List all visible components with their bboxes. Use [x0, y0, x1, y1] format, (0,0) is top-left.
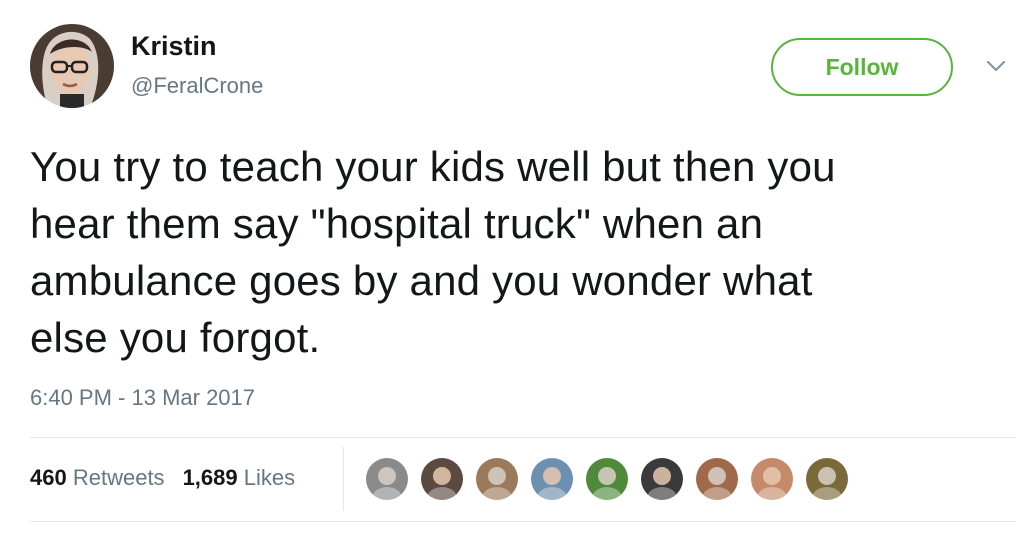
retweets-count: 460 [30, 465, 67, 490]
liker-avatar-5[interactable] [584, 456, 630, 502]
author-avatar[interactable] [30, 24, 114, 108]
avatar-icon [586, 458, 628, 500]
author-display-name[interactable]: Kristin [131, 30, 217, 62]
profile-photo-icon [30, 24, 114, 108]
avatar-icon [751, 458, 793, 500]
avatar-icon [366, 458, 408, 500]
liker-avatar-8[interactable] [749, 456, 795, 502]
avatar-icon [476, 458, 518, 500]
divider [30, 437, 1016, 438]
tweet-timestamp[interactable]: 6:40 PM - 13 Mar 2017 [30, 384, 255, 412]
avatar-icon [641, 458, 683, 500]
likes-count: 1,689 [182, 465, 238, 490]
avatar-icon [531, 458, 573, 500]
tweet-text-line: You try to teach your kids well but then… [30, 143, 836, 190]
retweets-stat[interactable]: 460 Retweets [30, 465, 165, 490]
liked-by-avatars [364, 456, 859, 502]
chevron-down-icon[interactable] [985, 58, 1007, 74]
liker-avatar-4[interactable] [529, 456, 575, 502]
tweet-text: You try to teach your kids well but then… [30, 138, 1000, 366]
avatar-icon [806, 458, 848, 500]
liker-avatar-2[interactable] [419, 456, 465, 502]
likes-stat[interactable]: 1,689 Likes [183, 465, 296, 490]
liker-avatar-1[interactable] [364, 456, 410, 502]
likes-label: Likes [243, 465, 296, 490]
avatar-icon [421, 458, 463, 500]
liker-avatar-3[interactable] [474, 456, 520, 502]
tweet-stats: 460 Retweets 1,689 Likes [30, 464, 313, 492]
liker-avatar-9[interactable] [804, 456, 850, 502]
retweets-label: Retweets [72, 465, 165, 490]
tweet-text-line: hear them say "hospital truck" when an [30, 200, 764, 247]
tweet-card: Kristin @FeralCrone Follow You try to te… [0, 0, 1024, 536]
author-handle[interactable]: @FeralCrone [131, 72, 263, 100]
liker-avatar-6[interactable] [639, 456, 685, 502]
divider [30, 521, 1016, 522]
stats-separator [343, 447, 344, 511]
liker-avatar-7[interactable] [694, 456, 740, 502]
tweet-text-line: else you forgot. [30, 314, 321, 361]
tweet-text-line: ambulance goes by and you wonder what [30, 257, 813, 304]
avatar-icon [696, 458, 738, 500]
follow-button[interactable]: Follow [771, 38, 953, 96]
